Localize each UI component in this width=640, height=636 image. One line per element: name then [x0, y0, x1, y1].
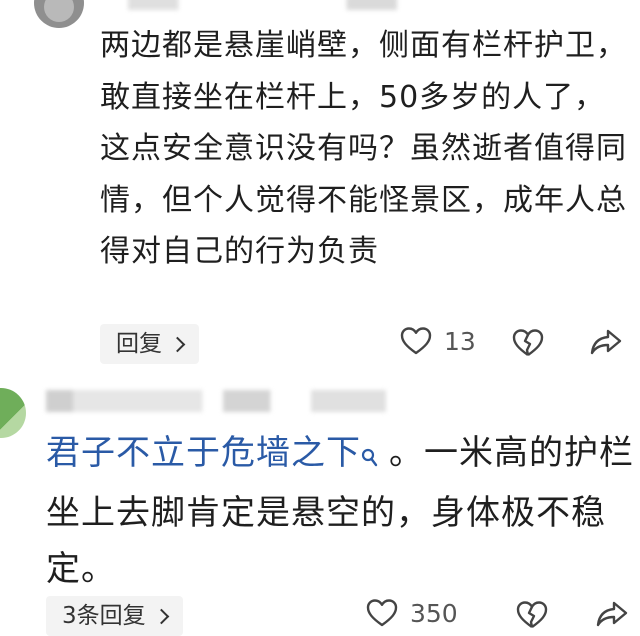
- heart-outline-icon: [366, 598, 398, 628]
- reply-label: 回复: [116, 331, 162, 357]
- username-blurred: [46, 390, 386, 412]
- heart-outline-icon: [400, 326, 432, 356]
- like-button[interactable]: 350: [366, 598, 458, 628]
- like-button[interactable]: 13: [400, 326, 476, 356]
- broken-heart-icon[interactable]: [516, 600, 548, 630]
- share-arrow-icon[interactable]: [596, 600, 628, 628]
- like-count: 13: [444, 326, 476, 356]
- reply-label: 3条回复: [62, 603, 146, 629]
- chevron-right-icon: [153, 608, 169, 624]
- chevron-right-icon: [169, 336, 186, 352]
- share-arrow-icon[interactable]: [590, 328, 622, 356]
- reply-button[interactable]: 回复: [100, 324, 199, 364]
- comment-actions: 回复 13: [100, 324, 630, 368]
- comment-text: 君子不立于危墙之下 。一米高的护栏坐上去脚肯定是悬空的，身体极不稳定。: [46, 425, 636, 597]
- like-count: 350: [410, 598, 458, 628]
- comment-text: 两边都是悬崖峭壁，侧面有栏杆护卫，敢直接坐在栏杆上，50多岁的人了，这点安全意识…: [100, 28, 627, 269]
- search-link[interactable]: 君子不立于危墙之下: [46, 433, 361, 473]
- broken-heart-icon[interactable]: [512, 328, 544, 358]
- comment-actions: 3条回复 350: [46, 596, 636, 636]
- avatar[interactable]: [0, 388, 26, 438]
- username-blurred: [128, 0, 408, 10]
- avatar[interactable]: [34, 0, 84, 28]
- search-icon[interactable]: [361, 429, 379, 485]
- view-replies-button[interactable]: 3条回复: [46, 596, 183, 636]
